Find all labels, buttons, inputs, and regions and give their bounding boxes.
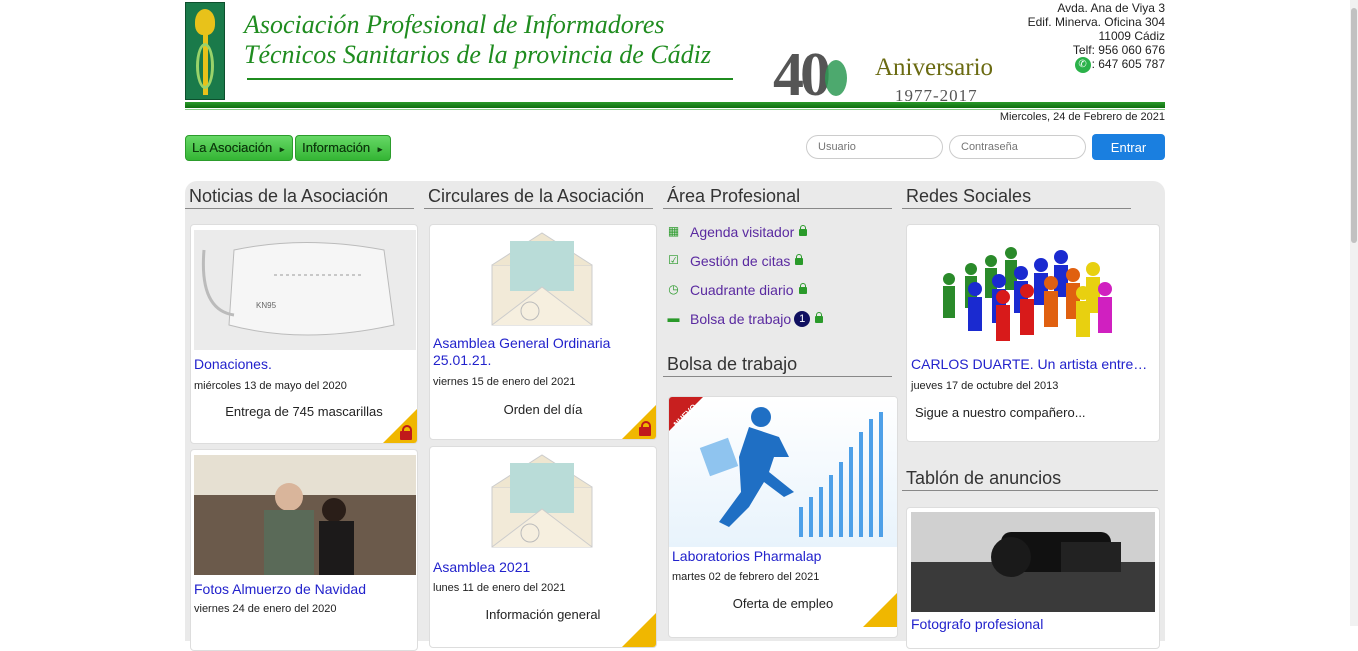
whatsapp-icon: ✆ xyxy=(1074,57,1091,73)
username-input[interactable] xyxy=(806,135,943,159)
address-line: Avda. Ana de Viya 3 xyxy=(1057,1,1165,15)
card-title[interactable]: Laboratorios Pharmalap xyxy=(672,548,821,565)
nav-la-asociacion[interactable]: La Asociación ► xyxy=(185,135,294,161)
job-card[interactable]: NUEVO Laboratorios Pharmalap martes 02 d… xyxy=(668,396,898,638)
current-date: Miercoles, 24 de Febrero de 2021 xyxy=(999,111,1165,123)
link-bolsa-trabajo[interactable]: ▬ Bolsa de trabajo 1 xyxy=(663,304,895,333)
clock-icon: ◷ xyxy=(668,282,679,296)
mask-image: KN95 xyxy=(194,230,416,350)
briefcase-icon: ▬ xyxy=(667,311,680,325)
arrow-right-icon: ► xyxy=(278,145,287,154)
svg-text:KN95: KN95 xyxy=(256,301,277,310)
news-card[interactable]: KN95 Donaciones. miércoles 13 de mayo de… xyxy=(190,224,418,444)
christmas-lunch-photo xyxy=(194,455,416,575)
title-underline xyxy=(247,78,733,80)
link-cuadrante-diario[interactable]: ◷ Cuadrante diario xyxy=(663,275,895,304)
nav-informacion[interactable]: Información ► xyxy=(295,135,391,161)
anniversary-emblem-icon xyxy=(825,60,847,96)
lock-icon xyxy=(798,283,807,294)
main-nav: La Asociación ► Información ► xyxy=(185,135,391,161)
site-title-line1: Asociación Profesional de Informadores xyxy=(244,10,665,39)
lock-icon xyxy=(400,425,412,440)
site-title: Asociación Profesional de Informadores T… xyxy=(244,10,711,70)
card-title[interactable]: Donaciones. xyxy=(194,356,272,373)
news-card[interactable]: Fotos Almuerzo de Navidad viernes 24 de … xyxy=(190,449,418,651)
whatsapp-number: : 647 605 787 xyxy=(1091,57,1165,72)
anniversary-label: Aniversario xyxy=(875,54,994,81)
link-gestion-citas[interactable]: ☑ Gestión de citas xyxy=(663,246,895,275)
card-title[interactable]: Fotos Almuerzo de Navidad xyxy=(194,581,366,598)
circular-card[interactable]: Asamblea 2021 lunes 11 de enero del 2021… xyxy=(429,446,657,648)
torch-flame-icon xyxy=(195,9,215,35)
professional-links: ▦ Agenda visitador ☑ Gestión de citas ◷ Cua… xyxy=(663,217,895,333)
people-group-image xyxy=(913,231,1153,351)
header-divider xyxy=(185,102,1165,108)
locked-corner xyxy=(863,593,897,627)
professional-column: Área Profesional ▦ Agenda visitador ☑ Gest… xyxy=(663,181,898,638)
calendar-icon: ▦ xyxy=(667,224,680,238)
card-title[interactable]: Asamblea General Ordinaria 25.01.21. xyxy=(433,335,656,369)
content-area: Noticias de la Asociación KN95 Donacione… xyxy=(185,181,1165,651)
page: Asociación Profesional de Informadores T… xyxy=(185,0,1165,651)
scrollbar-thumb[interactable] xyxy=(1351,8,1357,243)
professional-heading: Área Profesional xyxy=(663,181,892,209)
phone-line: Telf: 956 060 676 xyxy=(1072,43,1165,57)
card-description: Sigue a nuestro compañero... xyxy=(915,405,1086,420)
circulars-heading: Circulares de la Asociación xyxy=(424,181,653,209)
card-date: jueves 17 de octubre del 2013 xyxy=(911,380,1059,392)
lock-icon xyxy=(799,225,808,236)
envelope-icon xyxy=(490,231,594,327)
lock-icon xyxy=(815,312,824,323)
news-column: Noticias de la Asociación KN95 Donacione… xyxy=(185,181,418,651)
card-date: miércoles 13 de mayo del 2020 xyxy=(194,380,347,392)
social-card[interactable]: CARLOS DUARTE. Un artista entre… jueves … xyxy=(906,224,1160,442)
card-date: lunes 11 de enero del 2021 xyxy=(433,582,566,594)
card-date: viernes 15 de enero del 2021 xyxy=(433,376,576,388)
caduceus-icon xyxy=(196,43,214,89)
card-date: martes 02 de febrero del 2021 xyxy=(672,571,820,583)
circulars-column: Circulares de la Asociación Asamblea Gen… xyxy=(424,181,657,648)
job-runner-image xyxy=(669,397,897,547)
address-line: Edif. Minerva. Oficina 304 xyxy=(1027,15,1165,29)
checkbox-icon: ☑ xyxy=(668,253,679,267)
password-input[interactable] xyxy=(949,135,1086,159)
news-heading: Noticias de la Asociación xyxy=(185,181,414,209)
arrow-right-icon: ► xyxy=(376,145,384,154)
whatsapp-line: ✆: 647 605 787 xyxy=(1028,57,1165,73)
vertical-scrollbar[interactable] xyxy=(1350,0,1358,626)
link-agenda-visitador[interactable]: ▦ Agenda visitador xyxy=(663,217,895,246)
board-card[interactable]: Fotografo profesional xyxy=(906,507,1160,649)
circular-card[interactable]: Asamblea General Ordinaria 25.01.21. vie… xyxy=(429,224,657,440)
camera-image xyxy=(911,512,1155,612)
social-heading: Redes Sociales xyxy=(902,181,1131,209)
board-heading: Tablón de anuncios xyxy=(902,463,1158,491)
jobs-heading: Bolsa de trabajo xyxy=(663,349,892,377)
job-count-badge: 1 xyxy=(794,310,811,327)
address-line: 11009 Cádiz xyxy=(1098,29,1166,43)
login-button[interactable]: Entrar xyxy=(1092,134,1165,160)
anniversary-number: 40 xyxy=(773,41,831,109)
card-date: viernes 24 de enero del 2020 xyxy=(194,603,337,615)
contact-address: Avda. Ana de Viya 3 Edif. Minerva. Ofici… xyxy=(1028,1,1165,73)
site-title-line2: Técnicos Sanitarios de la provincia de C… xyxy=(244,40,711,69)
association-logo[interactable] xyxy=(185,2,225,100)
lock-icon xyxy=(639,421,651,436)
card-title[interactable]: Asamblea 2021 xyxy=(433,559,530,576)
locked-corner xyxy=(622,613,656,647)
login-form: Entrar xyxy=(806,134,1165,160)
social-column: Redes Sociales CARLOS DUARTE. Un artista… xyxy=(902,181,1160,649)
lock-icon xyxy=(795,254,804,265)
card-title[interactable]: Fotografo profesional xyxy=(911,616,1043,633)
envelope-icon xyxy=(490,453,594,549)
card-title[interactable]: CARLOS DUARTE. Un artista entre… xyxy=(911,356,1147,373)
